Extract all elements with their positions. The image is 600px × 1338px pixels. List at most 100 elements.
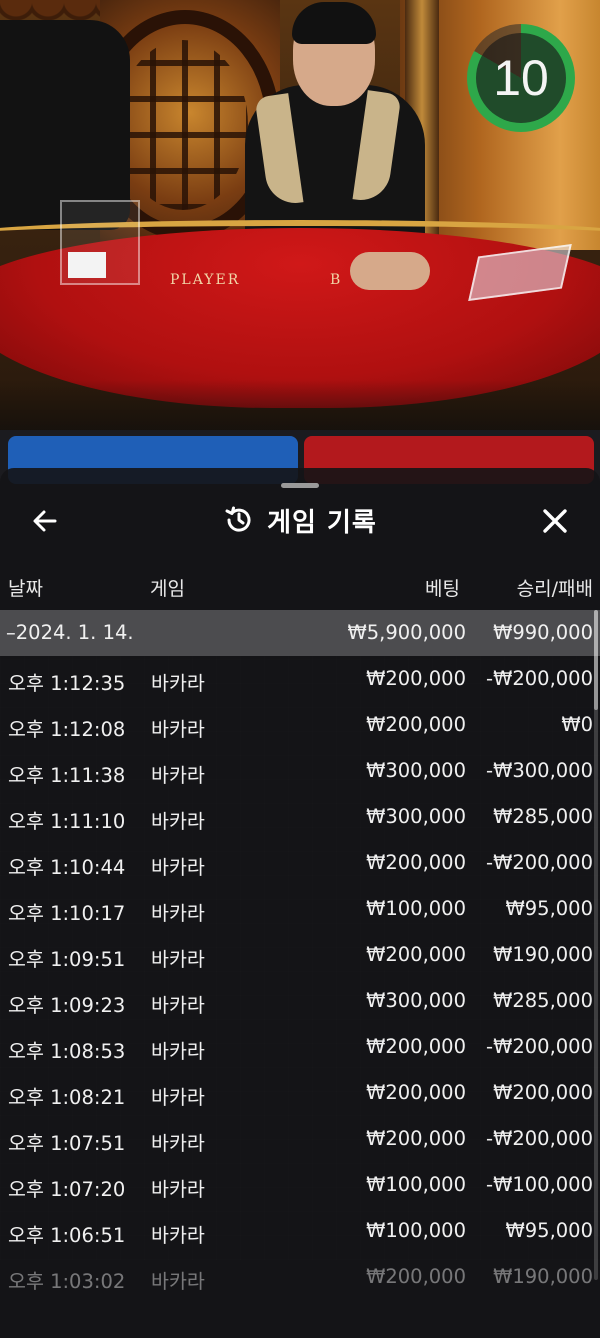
row-bet: ₩100,000 — [366, 1173, 466, 1196]
game-history-sheet: 게임 기록 날짜 게임 베팅 승리/패배 –2024. 1. 14. ₩5,90… — [0, 468, 600, 1338]
date-group-row[interactable]: –2024. 1. 14. ₩5,900,000 ₩990,000 — [0, 610, 600, 656]
card-deck — [68, 252, 106, 278]
row-result: -₩200,000 — [486, 1035, 593, 1058]
row-game: 바카라 — [151, 1040, 205, 1063]
column-header-bet: 베팅 — [425, 578, 460, 600]
history-list: –2024. 1. 14. ₩5,900,000 ₩990,000 오후 1:1… — [0, 610, 600, 1300]
row-game: 바카라 — [151, 1132, 205, 1155]
history-row[interactable]: 오후 1:06:51 바카라 ₩100,000 ₩95,000 — [0, 1208, 600, 1254]
date-group-bet-total: ₩5,900,000 — [347, 621, 466, 644]
row-game: 바카라 — [151, 1178, 205, 1201]
row-game: 바카라 — [151, 856, 205, 879]
history-row[interactable]: 오후 1:12:35 바카라 ₩200,000 -₩200,000 — [0, 656, 600, 702]
row-result: -₩200,000 — [486, 851, 593, 874]
history-row[interactable]: 오후 1:09:23 바카라 ₩300,000 ₩285,000 — [0, 978, 600, 1024]
history-row[interactable]: 오후 1:12:08 바카라 ₩200,000 ₩0 — [0, 702, 600, 748]
row-game: 바카라 — [151, 948, 205, 971]
column-header-result: 승리/패배 — [516, 578, 593, 600]
history-icon — [225, 506, 251, 532]
row-bet: ₩100,000 — [366, 1219, 466, 1242]
row-result: ₩190,000 — [493, 1265, 593, 1288]
row-result: ₩95,000 — [505, 1219, 593, 1242]
sheet-title-group: 게임 기록 — [0, 492, 600, 548]
row-result: ₩200,000 — [493, 1081, 593, 1104]
row-result: -₩200,000 — [486, 1127, 593, 1150]
date-group-date: –2024. 1. 14. — [6, 621, 134, 644]
row-result: -₩300,000 — [486, 759, 593, 782]
history-row[interactable]: 오후 1:07:51 바카라 ₩200,000 -₩200,000 — [0, 1116, 600, 1162]
row-bet: ₩200,000 — [366, 713, 466, 736]
row-time: 오후 1:11:38 — [8, 764, 126, 787]
history-row[interactable]: 오후 1:11:10 바카라 ₩300,000 ₩285,000 — [0, 794, 600, 840]
row-game: 바카라 — [151, 994, 205, 1017]
table-label-player: PLAYER — [170, 272, 241, 288]
row-bet: ₩200,000 — [366, 667, 466, 690]
table-label-banker: B — [330, 272, 343, 288]
croupier-assistant — [0, 20, 130, 230]
row-time: 오후 1:10:17 — [8, 902, 126, 925]
row-bet: ₩200,000 — [366, 1127, 466, 1150]
row-game: 바카라 — [151, 1086, 205, 1109]
date-group-result-total: ₩990,000 — [493, 621, 593, 644]
scrollbar[interactable] — [594, 610, 598, 1280]
row-bet: ₩200,000 — [366, 1081, 466, 1104]
row-result: ₩285,000 — [493, 989, 593, 1012]
row-bet: ₩200,000 — [366, 1265, 466, 1288]
row-game: 바카라 — [151, 764, 205, 787]
dealer — [292, 2, 376, 44]
history-row[interactable]: 오후 1:07:20 바카라 ₩100,000 -₩100,000 — [0, 1162, 600, 1208]
history-row[interactable]: 오후 1:08:53 바카라 ₩200,000 -₩200,000 — [0, 1024, 600, 1070]
history-row[interactable]: 오후 1:10:17 바카라 ₩100,000 ₩95,000 — [0, 886, 600, 932]
drag-handle[interactable] — [281, 483, 319, 488]
row-result: ₩95,000 — [505, 897, 593, 920]
row-bet: ₩300,000 — [366, 759, 466, 782]
row-game: 바카라 — [151, 718, 205, 741]
close-button[interactable] — [532, 500, 578, 542]
row-time: 오후 1:12:08 — [8, 718, 126, 741]
row-bet: ₩300,000 — [366, 989, 466, 1012]
row-bet: ₩200,000 — [366, 1035, 466, 1058]
history-row[interactable]: 오후 1:10:44 바카라 ₩200,000 -₩200,000 — [0, 840, 600, 886]
row-time: 오후 1:09:51 — [8, 948, 126, 971]
row-bet: ₩200,000 — [366, 851, 466, 874]
row-result: ₩190,000 — [493, 943, 593, 966]
row-bet: ₩300,000 — [366, 805, 466, 828]
column-header-game: 게임 — [150, 578, 185, 600]
history-row[interactable]: 오후 1:09:51 바카라 ₩200,000 ₩190,000 — [0, 932, 600, 978]
row-bet: ₩200,000 — [366, 943, 466, 966]
live-video-stream: PLAYER B 10 — [0, 0, 600, 480]
history-row[interactable]: 오후 1:03:02 바카라 ₩200,000 ₩190,000 — [0, 1254, 600, 1300]
row-game: 바카라 — [151, 1270, 205, 1293]
sheet-header: 게임 기록 — [0, 492, 600, 548]
row-game: 바카라 — [151, 810, 205, 833]
row-time: 오후 1:09:23 — [8, 994, 126, 1017]
row-result: ₩0 — [561, 713, 593, 736]
row-time: 오후 1:08:21 — [8, 1086, 126, 1109]
wall-decoration — [118, 40, 248, 210]
row-time: 오후 1:10:44 — [8, 856, 126, 879]
row-game: 바카라 — [151, 902, 205, 925]
row-time: 오후 1:03:02 — [8, 1270, 126, 1293]
scrollbar-thumb[interactable] — [594, 610, 598, 710]
row-time: 오후 1:07:51 — [8, 1132, 126, 1155]
countdown-timer: 10 — [467, 24, 575, 132]
row-time: 오후 1:06:51 — [8, 1224, 126, 1247]
row-game: 바카라 — [151, 1224, 205, 1247]
dealer-hand — [350, 252, 430, 290]
row-bet: ₩100,000 — [366, 897, 466, 920]
countdown-value: 10 — [476, 33, 566, 123]
row-time: 오후 1:08:53 — [8, 1040, 126, 1063]
row-result: -₩100,000 — [486, 1173, 593, 1196]
sheet-title: 게임 기록 — [267, 507, 377, 538]
row-time: 오후 1:07:20 — [8, 1178, 126, 1201]
history-row[interactable]: 오후 1:08:21 바카라 ₩200,000 ₩200,000 — [0, 1070, 600, 1116]
history-row[interactable]: 오후 1:11:38 바카라 ₩300,000 -₩300,000 — [0, 748, 600, 794]
close-icon — [543, 509, 567, 533]
back-button[interactable] — [24, 500, 66, 542]
row-game: 바카라 — [151, 672, 205, 695]
row-time: 오후 1:12:35 — [8, 672, 126, 695]
row-result: ₩285,000 — [493, 805, 593, 828]
arrow-left-icon — [33, 510, 57, 532]
row-result: -₩200,000 — [486, 667, 593, 690]
row-time: 오후 1:11:10 — [8, 810, 126, 833]
